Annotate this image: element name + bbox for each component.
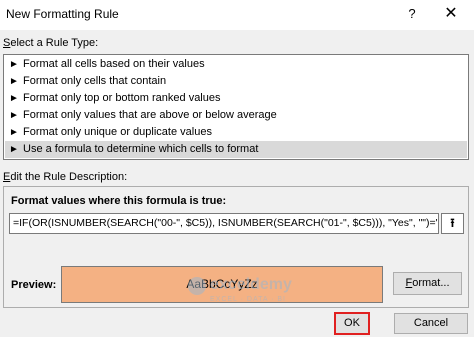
dialog-title: New Formatting Rule bbox=[6, 7, 119, 21]
help-button[interactable]: ? bbox=[400, 2, 424, 26]
preview-label: Preview: bbox=[11, 279, 57, 291]
arrow-icon: ► bbox=[9, 127, 19, 138]
formula-value: =IF(OR(ISNUMBER(SEARCH("00-", $C5)), ISN… bbox=[13, 217, 439, 229]
rule-type-item[interactable]: ► Format only top or bottom ranked value… bbox=[5, 90, 467, 107]
upload-arrow-icon: ⭱ bbox=[450, 216, 455, 230]
arrow-icon: ► bbox=[9, 59, 19, 70]
exceldemy-watermark: exceldemy EXCEL · DATA · BI bbox=[188, 275, 328, 315]
cancel-button[interactable]: Cancel bbox=[394, 313, 468, 334]
arrow-icon: ► bbox=[9, 76, 19, 87]
title-bar: New Formatting Rule ? ✕ bbox=[0, 0, 474, 30]
formula-input[interactable]: =IF(OR(ISNUMBER(SEARCH("00-", $C5)), ISN… bbox=[9, 213, 439, 234]
watermark-tagline: EXCEL · DATA · BI bbox=[210, 296, 286, 303]
ok-button[interactable]: OK bbox=[334, 312, 370, 335]
arrow-icon: ► bbox=[9, 93, 19, 104]
rule-type-item[interactable]: ► Format only unique or duplicate values bbox=[5, 124, 467, 141]
format-button[interactable]: Format... bbox=[393, 272, 462, 295]
rule-description-label: Edit the Rule Description: bbox=[3, 171, 128, 183]
rule-type-label: Select a Rule Type: bbox=[3, 37, 99, 49]
rule-type-item[interactable]: ► Format only cells that contain bbox=[5, 73, 467, 90]
arrow-icon: ► bbox=[9, 144, 19, 155]
close-button[interactable]: ✕ bbox=[438, 2, 464, 26]
rule-type-item[interactable]: ► Format only values that are above or b… bbox=[5, 107, 467, 124]
rule-type-list[interactable]: ► Format all cells based on their values… bbox=[3, 54, 469, 160]
formula-title: Format values where this formula is true… bbox=[11, 195, 227, 207]
rule-type-item-selected[interactable]: ► Use a formula to determine which cells… bbox=[5, 141, 467, 158]
watermark-name: exceldemy bbox=[210, 276, 292, 293]
rule-type-item[interactable]: ► Format all cells based on their values bbox=[5, 56, 467, 73]
exceldemy-logo-icon bbox=[188, 277, 206, 295]
arrow-icon: ► bbox=[9, 110, 19, 121]
collapse-dialog-button[interactable]: ⭱ bbox=[441, 213, 464, 234]
